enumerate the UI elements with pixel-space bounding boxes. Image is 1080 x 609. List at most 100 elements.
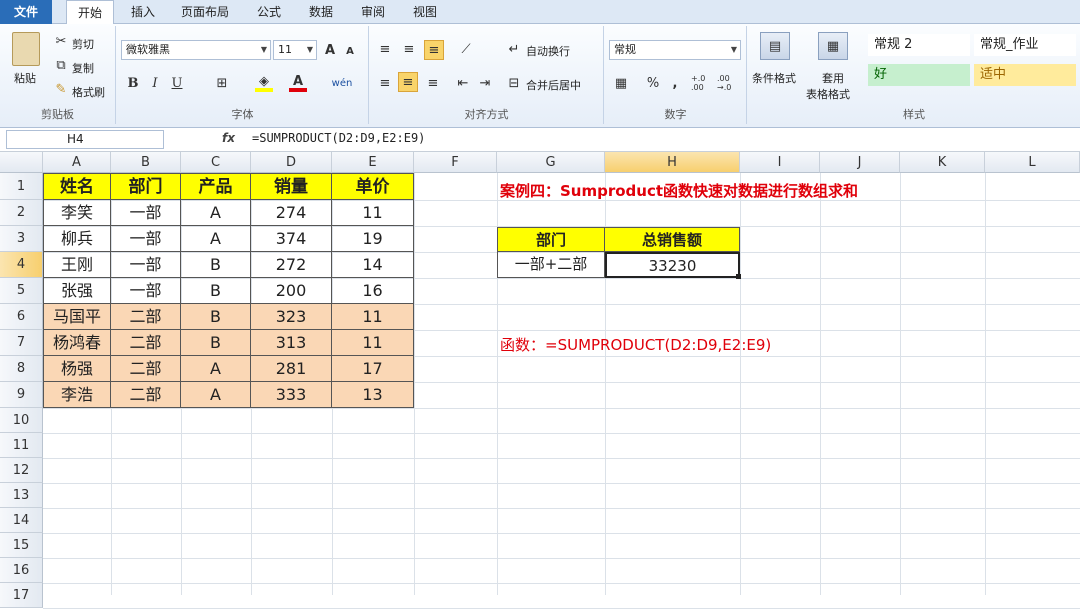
table-cell[interactable]: B [181, 278, 251, 304]
table-cell[interactable]: 17 [332, 356, 414, 382]
table-cell[interactable]: 313 [251, 330, 332, 356]
table-cell[interactable]: 13 [332, 382, 414, 408]
table-header-cell[interactable]: 部门 [111, 173, 181, 200]
underline-button[interactable]: U [169, 74, 185, 92]
row-header-4[interactable]: 4 [0, 252, 43, 278]
summary-header-total[interactable]: 总销售额 [605, 227, 740, 252]
table-cell[interactable]: B [181, 252, 251, 278]
column-header-k[interactable]: K [900, 152, 985, 173]
table-cell[interactable]: 一部 [111, 278, 181, 304]
shrink-font-icon[interactable]: A [343, 42, 357, 60]
column-header-h[interactable]: H [605, 152, 740, 173]
style-normal-work[interactable]: 常规_作业 [974, 34, 1076, 56]
format-painter-button[interactable]: 格式刷 [72, 84, 105, 100]
row-header-17[interactable]: 17 [0, 583, 43, 608]
table-cell[interactable]: 杨强 [43, 356, 111, 382]
column-header-i[interactable]: I [740, 152, 820, 173]
row-header-14[interactable]: 14 [0, 508, 43, 533]
table-header-cell[interactable]: 姓名 [43, 173, 111, 200]
align-top-icon[interactable]: ≡ [376, 40, 394, 58]
row-header-11[interactable]: 11 [0, 433, 43, 458]
table-cell[interactable]: 272 [251, 252, 332, 278]
italic-button[interactable]: I [147, 74, 163, 92]
format-as-table-line1[interactable]: 套用 [822, 70, 844, 86]
summary-header-dept[interactable]: 部门 [497, 227, 605, 252]
border-icon[interactable]: ⊞ [213, 74, 231, 92]
formula-input[interactable]: =SUMPRODUCT(D2:D9,E2:E9) [252, 131, 425, 145]
cut-button[interactable]: 剪切 [72, 36, 94, 52]
tab-data[interactable]: 数据 [300, 0, 342, 24]
table-cell[interactable]: A [181, 382, 251, 408]
table-cell[interactable]: 一部 [111, 200, 181, 226]
tab-home[interactable]: 开始 [66, 0, 114, 25]
style-good[interactable]: 好 [868, 64, 970, 86]
column-header-f[interactable]: F [414, 152, 497, 173]
wrap-text-button[interactable]: 自动换行 [526, 43, 570, 59]
table-cell[interactable]: 二部 [111, 330, 181, 356]
table-header-cell[interactable]: 单价 [332, 173, 414, 200]
format-as-table-line2[interactable]: 表格格式 [806, 86, 850, 102]
column-header-j[interactable]: J [820, 152, 900, 173]
table-cell[interactable]: 274 [251, 200, 332, 226]
phonetic-icon[interactable]: wén [327, 74, 357, 92]
number-format-select[interactable]: 常规 ▼ [609, 40, 741, 60]
row-header-10[interactable]: 10 [0, 408, 43, 433]
increase-indent-icon[interactable]: ⇥ [476, 74, 494, 92]
font-color-icon[interactable]: A [289, 74, 307, 92]
table-cell[interactable]: 二部 [111, 382, 181, 408]
table-cell[interactable]: 19 [332, 226, 414, 252]
style-normal-2[interactable]: 常规 2 [868, 34, 970, 56]
decrease-decimal-icon[interactable]: .00 →.0 [717, 74, 739, 92]
row-header-3[interactable]: 3 [0, 226, 43, 252]
align-center-icon[interactable]: ≡ [398, 72, 418, 92]
fill-handle[interactable] [736, 274, 741, 279]
align-left-icon[interactable]: ≡ [376, 74, 394, 92]
table-cell[interactable]: 11 [332, 304, 414, 330]
grow-font-icon[interactable]: A [321, 40, 339, 60]
table-header-cell[interactable]: 销量 [251, 173, 332, 200]
align-middle-icon[interactable]: ≡ [400, 40, 418, 58]
row-header-16[interactable]: 16 [0, 558, 43, 583]
row-header-1[interactable]: 1 [0, 173, 43, 200]
table-cell[interactable]: 二部 [111, 304, 181, 330]
fill-color-icon[interactable]: ◈ [255, 74, 273, 92]
tab-page-layout[interactable]: 页面布局 [172, 0, 238, 24]
row-header-5[interactable]: 5 [0, 278, 43, 304]
currency-icon[interactable]: ▦ [611, 74, 631, 92]
table-cell[interactable]: A [181, 356, 251, 382]
comma-button[interactable]: , [669, 74, 681, 92]
summary-total-cell[interactable]: 33230 [605, 252, 740, 278]
table-cell[interactable]: B [181, 330, 251, 356]
copy-button[interactable]: 复制 [72, 60, 94, 76]
table-cell[interactable]: 张强 [43, 278, 111, 304]
table-cell[interactable]: 333 [251, 382, 332, 408]
row-header-7[interactable]: 7 [0, 330, 43, 356]
select-all-corner[interactable] [0, 152, 43, 173]
tab-insert[interactable]: 插入 [122, 0, 164, 24]
table-cell[interactable]: 374 [251, 226, 332, 252]
tab-formulas[interactable]: 公式 [248, 0, 290, 24]
table-cell[interactable]: 李浩 [43, 382, 111, 408]
column-header-c[interactable]: C [181, 152, 251, 173]
table-cell[interactable]: 二部 [111, 356, 181, 382]
font-name-select[interactable]: 微软雅黑 ▼ [121, 40, 271, 60]
column-header-b[interactable]: B [111, 152, 181, 173]
column-header-a[interactable]: A [43, 152, 111, 173]
table-cell[interactable]: 14 [332, 252, 414, 278]
bold-button[interactable]: B [125, 74, 141, 92]
table-cell[interactable]: 一部 [111, 252, 181, 278]
font-size-select[interactable]: 11 ▼ [273, 40, 317, 60]
function-icon[interactable]: fx [222, 131, 235, 145]
spreadsheet-grid[interactable]: ABCDEFGHIJKL 1 2 3 4 5 6 7 8 9 10 11 12 13 14 15 16 17 姓… [0, 152, 1080, 609]
table-cell[interactable]: 杨鸿春 [43, 330, 111, 356]
row-header-9[interactable]: 9 [0, 382, 43, 408]
tab-review[interactable]: 审阅 [352, 0, 394, 24]
table-cell[interactable]: A [181, 226, 251, 252]
column-header-e[interactable]: E [332, 152, 414, 173]
column-header-l[interactable]: L [985, 152, 1080, 173]
table-cell[interactable]: A [181, 200, 251, 226]
paste-button[interactable]: 粘贴 [14, 70, 36, 86]
table-cell[interactable]: 11 [332, 330, 414, 356]
summary-dept-value[interactable]: 一部+二部 [497, 252, 605, 278]
row-header-12[interactable]: 12 [0, 458, 43, 483]
